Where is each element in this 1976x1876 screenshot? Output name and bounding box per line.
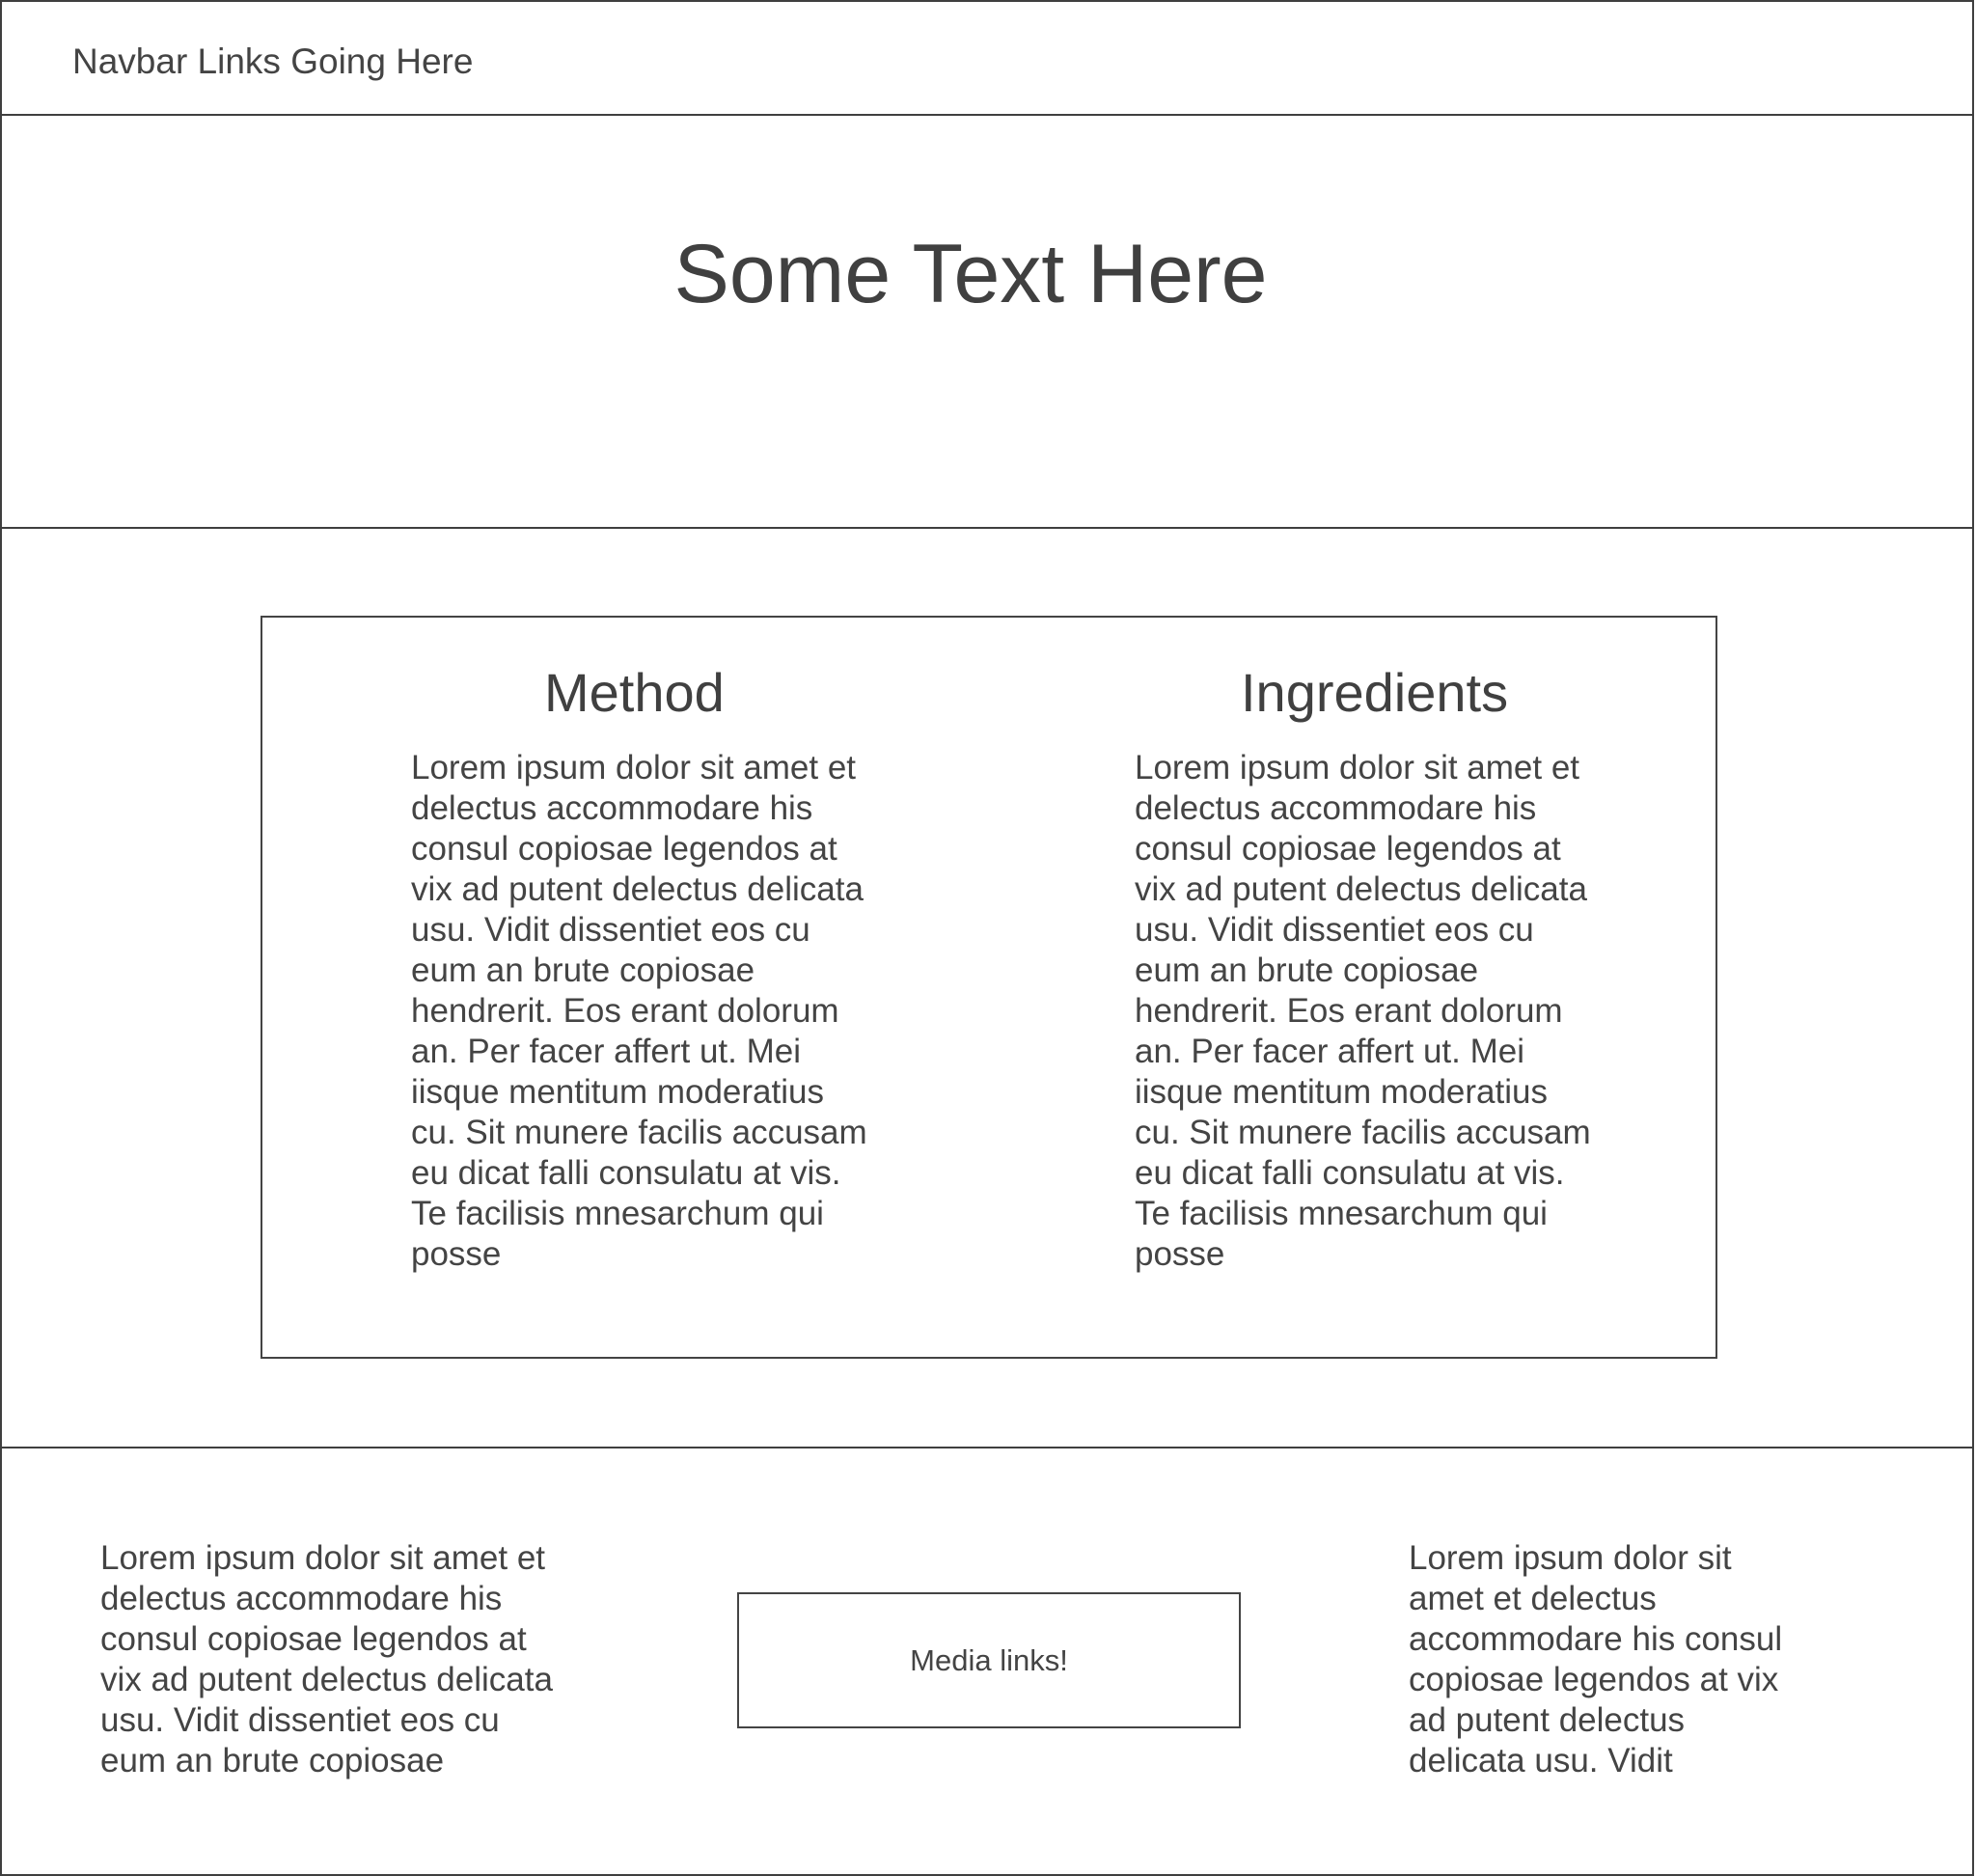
footer-right-text: Lorem ipsum dolor sit amet et delectus a…	[1409, 1539, 1783, 1779]
hero-section: Some Text Here	[0, 114, 1974, 529]
hero-title: Some Text Here	[673, 228, 1268, 320]
media-links-label: Media links!	[910, 1642, 1068, 1677]
method-heading: Method	[544, 662, 725, 723]
hero-title-container: Some Text Here	[2, 116, 1974, 527]
footer-left-text: Lorem ipsum dolor sit amet et delectus a…	[100, 1539, 553, 1779]
navbar-links-placeholder[interactable]: Navbar Links Going Here	[72, 39, 473, 85]
ingredients-text: Lorem ipsum dolor sit amet et delectus a…	[1135, 749, 1591, 1273]
media-links-box[interactable]: Media links!	[737, 1592, 1241, 1728]
navbar: Navbar Links Going Here	[0, 0, 1974, 116]
ingredients-heading: Ingredients	[1241, 662, 1509, 723]
method-text: Lorem ipsum dolor sit amet et delectus a…	[411, 749, 867, 1273]
